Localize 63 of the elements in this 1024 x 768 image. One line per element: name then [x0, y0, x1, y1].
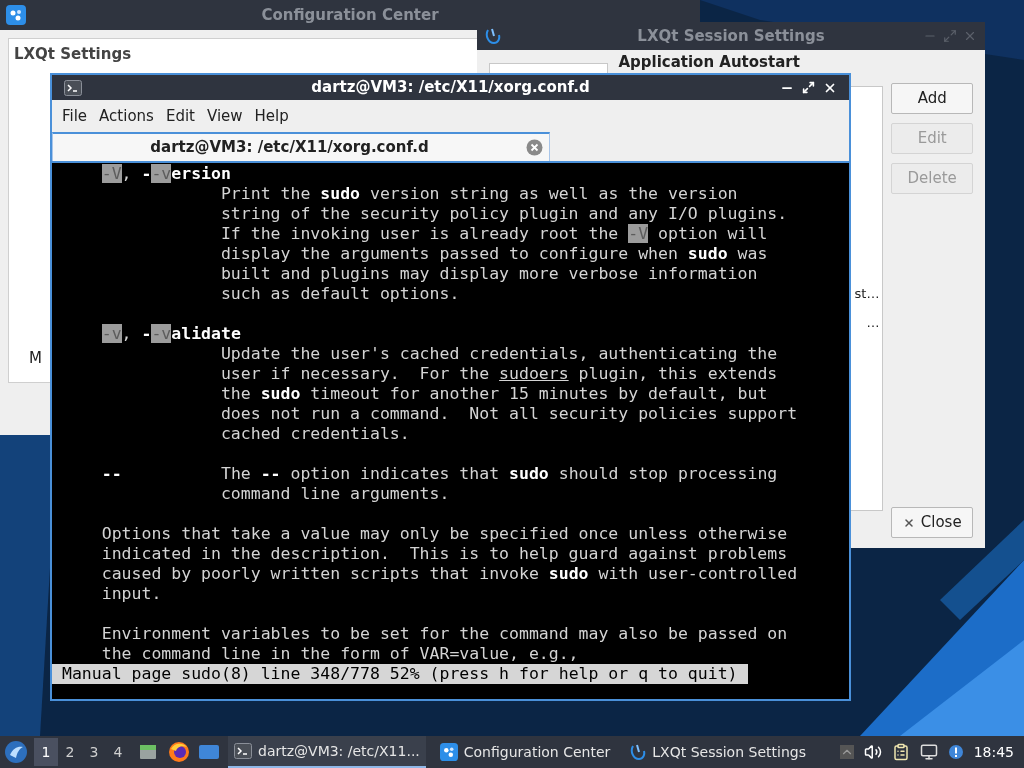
- man-page-line: input.: [100, 584, 162, 604]
- menu-item[interactable]: View: [200, 105, 249, 128]
- start-menu-icon[interactable]: [4, 740, 28, 764]
- man-page-line: built and plugins may display more verbose information: [219, 264, 758, 284]
- man-page-line: Environment variables to be set for the command may also be passed on: [100, 624, 788, 644]
- panel-title: LXQt Settings: [14, 44, 132, 65]
- man-page-line: such as default options.: [219, 284, 460, 304]
- browser-icon[interactable]: [168, 741, 190, 763]
- list-entry[interactable]: …: [866, 313, 880, 333]
- window-title: Configuration Center: [260, 4, 440, 26]
- terminal-icon: [64, 79, 82, 96]
- desktop-icon[interactable]: [198, 743, 220, 761]
- menu-item[interactable]: Edit: [159, 105, 201, 128]
- desktop-switch[interactable]: 3: [82, 738, 106, 766]
- man-page-line: Options that take a value may only be specified once unless otherwise: [100, 524, 788, 544]
- close-tab-icon[interactable]: [526, 139, 543, 156]
- dialog-button[interactable]: Add: [891, 83, 973, 114]
- desktop-switch[interactable]: 1: [34, 738, 58, 766]
- man-page-line: the sudo timeout for another 15 minutes by default, but: [219, 384, 768, 404]
- man-page-line: Print the sudo version string as well as the version: [219, 184, 738, 204]
- terminal-tab[interactable]: dartz@VM3: /etc/X11/xorg.conf.d: [52, 132, 550, 161]
- man-page-line: cached credentials.: [219, 424, 410, 444]
- man-page-line: indicated in the description. This is to help guard against problems: [100, 544, 788, 564]
- close-button[interactable]: Close: [891, 507, 973, 538]
- man-page-line: -- The -- option indicates that sudo should stop processing: [100, 464, 778, 484]
- terminal-icon: [234, 743, 252, 759]
- menu-item[interactable]: Actions: [93, 105, 160, 128]
- list-entry[interactable]: st…: [854, 284, 880, 304]
- man-page-line: -V, --version: [100, 164, 231, 184]
- taskbar-task[interactable]: LXQt Session Settings: [624, 736, 812, 768]
- network-icon[interactable]: [919, 743, 938, 761]
- tray-expand-icon[interactable]: [839, 745, 854, 759]
- man-page-line: If the invoking user is already root the -V option will: [219, 224, 768, 244]
- desktop-switch[interactable]: 2: [58, 738, 82, 766]
- app-icon: [630, 743, 647, 761]
- desktop-switch[interactable]: 4: [106, 738, 130, 766]
- close-icon: [902, 516, 915, 529]
- settings-item-label: M: [29, 348, 42, 369]
- man-page-line: caused by poorly written scripts that invoke sudo with user-controlled: [100, 564, 798, 584]
- clipboard-icon[interactable]: [891, 743, 910, 761]
- section-heading: Application Autostart: [617, 54, 801, 70]
- man-page-line: string of the security policy plugin and any I/O plugins.: [219, 204, 788, 224]
- app-icon: [439, 743, 458, 761]
- alert-icon[interactable]: [947, 744, 964, 760]
- man-page-line: Update the user's cached credentials, authenticating the: [219, 344, 778, 364]
- menu-item[interactable]: Help: [248, 105, 295, 128]
- man-page-line: -v, --validate: [100, 324, 241, 344]
- maximize-icon[interactable]: [802, 80, 815, 94]
- file-manager-icon[interactable]: [138, 742, 158, 762]
- man-page-line: the command line in the form of VAR=value, e.g.,: [100, 644, 579, 664]
- app-icon: [485, 27, 501, 45]
- window-title: dartz@VM3: /etc/X11/xorg.conf.d: [310, 77, 591, 99]
- menu-item[interactable]: File: [56, 105, 94, 128]
- taskbar-task[interactable]: Configuration Center: [433, 736, 617, 768]
- taskbar-task[interactable]: dartz@VM3: /etc/X11...: [228, 736, 426, 768]
- man-page-line: user if necessary. For the sudoers plugin, this extends: [219, 364, 778, 384]
- window-title: LXQt Session Settings: [636, 25, 826, 47]
- clock[interactable]: 18:45: [973, 741, 1020, 763]
- app-icon: [6, 5, 26, 25]
- man-page-line: display the arguments passed to configure when sudo was: [219, 244, 768, 264]
- volume-icon[interactable]: [863, 743, 882, 761]
- man-page-line: does not run a command. Not all security policies support: [219, 404, 798, 424]
- man-page-line: command line arguments.: [219, 484, 450, 504]
